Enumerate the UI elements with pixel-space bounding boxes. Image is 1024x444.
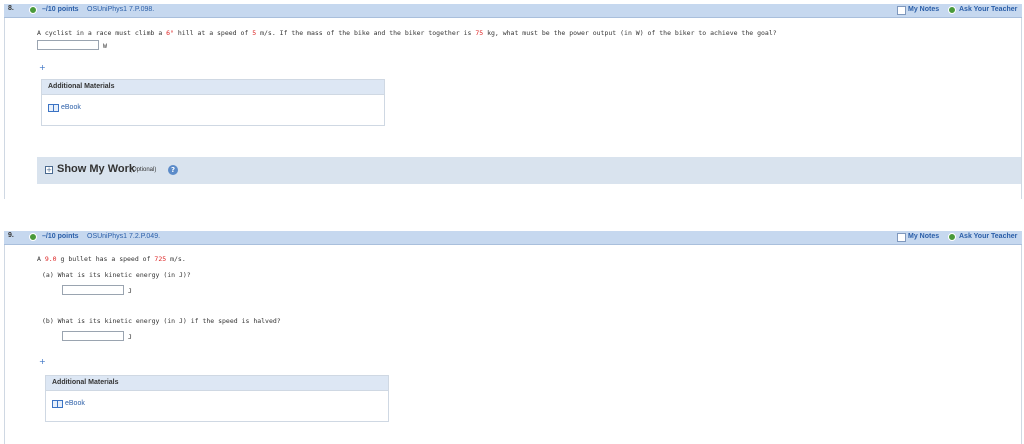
question-number: 9. [8,232,14,239]
part-a-question: (a) What is its kinetic energy (in J)? [42,271,191,279]
additional-materials-panel: Additional Materials eBook [41,79,385,126]
my-notes-checkbox[interactable] [897,233,906,242]
question-number: 8. [8,5,14,12]
ask-teacher-icon[interactable] [948,6,956,14]
book-icon [52,400,63,408]
question-header: 9. –/10 points OSUniPhys1 7.2.P.049. My … [4,231,1022,245]
part-b-question: (b) What is its kinetic energy (in J) if… [42,317,281,325]
help-icon[interactable]: ? [168,165,178,175]
ebook-row: eBook [42,95,384,125]
status-dot-icon [29,6,37,14]
my-notes-checkbox[interactable] [897,6,906,15]
ebook-row: eBook [46,391,388,421]
expand-box-icon[interactable]: + [45,166,53,174]
answer-input[interactable] [37,40,99,50]
expand-plus-icon[interactable]: + [39,357,46,366]
question-ref: OSUniPhys1 7.P.098. [87,6,155,13]
book-icon [48,104,59,112]
ask-teacher-link[interactable]: Ask Your Teacher [959,233,1017,240]
question-text: A cyclist in a race must climb a 6° hill… [37,29,777,37]
status-dot-icon [29,233,37,241]
question-body: A 9.0 g bullet has a speed of 725 m/s. (… [4,245,1022,444]
ebook-link[interactable]: eBook [61,104,81,111]
my-notes-label[interactable]: My Notes [908,6,939,13]
points-label: –/10 points [42,6,79,13]
question-9: 9. –/10 points OSUniPhys1 7.2.P.049. My … [4,231,1022,444]
additional-materials-heading: Additional Materials [42,80,384,95]
show-my-work-title[interactable]: Show My Work [57,163,135,175]
additional-materials-heading: Additional Materials [46,376,388,391]
answer-unit: W [103,42,107,50]
part-b-unit: J [128,333,132,341]
optional-label: (Optional) [130,167,157,173]
mass-value: 9.0 [44,255,57,263]
show-my-work-bar[interactable]: + Show My Work (Optional) ? [37,157,1021,184]
my-notes-label[interactable]: My Notes [908,233,939,240]
angle-value: 6° [166,29,174,37]
ebook-link[interactable]: eBook [65,400,85,407]
part-a-input[interactable] [62,285,124,295]
part-a-unit: J [128,287,132,295]
question-header: 8. –/10 points OSUniPhys1 7.P.098. My No… [4,4,1022,18]
speed-value: 725 [154,255,167,263]
additional-materials-panel: Additional Materials eBook [45,375,389,422]
expand-plus-icon[interactable]: + [39,63,46,72]
question-8: 8. –/10 points OSUniPhys1 7.P.098. My No… [4,4,1022,199]
mass-value: 75 [475,29,484,37]
points-label: –/10 points [42,233,79,240]
question-text: A 9.0 g bullet has a speed of 725 m/s. [37,255,186,263]
question-ref: OSUniPhys1 7.2.P.049. [87,233,161,240]
ask-teacher-icon[interactable] [948,233,956,241]
part-b-input[interactable] [62,331,124,341]
ask-teacher-link[interactable]: Ask Your Teacher [959,6,1017,13]
